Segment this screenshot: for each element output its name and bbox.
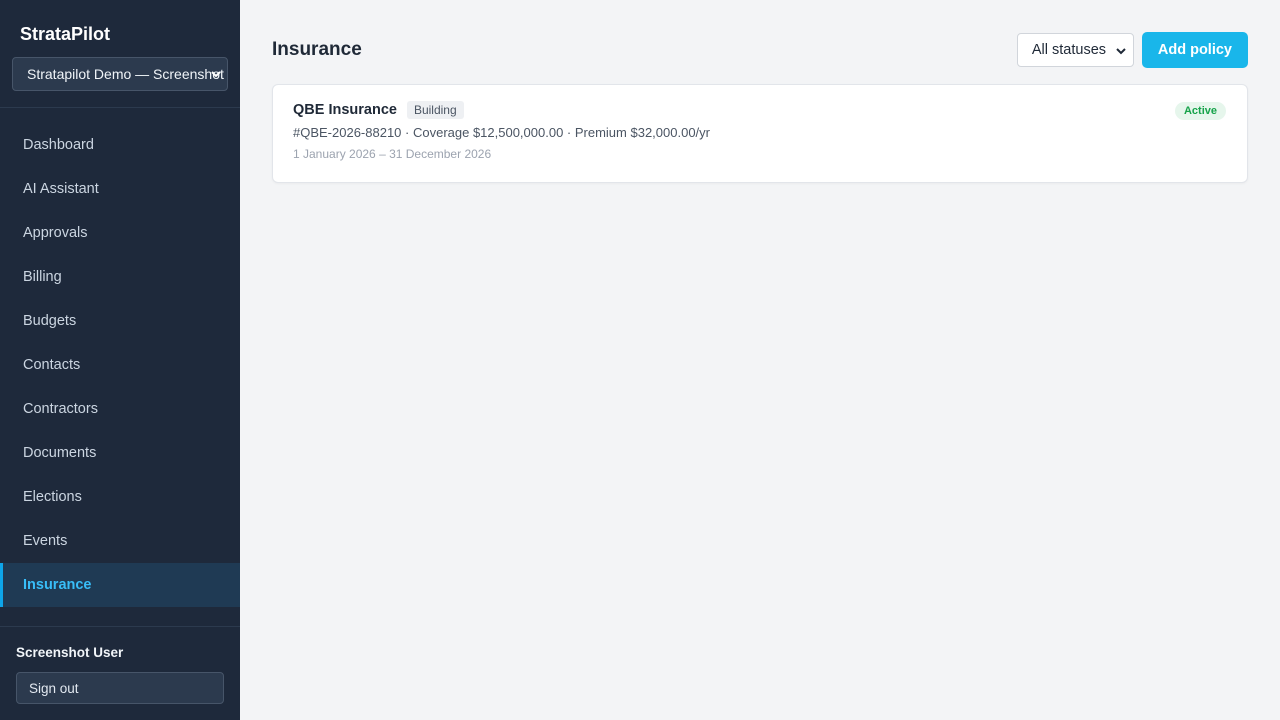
policy-title-row: QBE Insurance Building (293, 101, 1227, 119)
status-filter-select[interactable]: All statuses (1016, 33, 1134, 67)
policy-type-tag: Building (406, 101, 464, 119)
status-badge: Active (1174, 102, 1226, 120)
sidebar-item-contacts[interactable]: Contacts (0, 343, 240, 387)
sidebar-item-label: Budgets (23, 313, 77, 329)
scheme-selector[interactable]: Stratapilot Demo — Screenshot (12, 57, 228, 91)
header-actions: All statuses Add policy (1016, 32, 1248, 68)
policy-details: #QBE-2026-88210 · Coverage $12,500,000.0… (293, 125, 710, 140)
page-header: Insurance All statuses Add policy (272, 32, 1248, 68)
sign-out-button[interactable]: Sign out (16, 672, 224, 704)
sidebar-item-events[interactable]: Events (0, 519, 240, 563)
sidebar-item-label: Billing (23, 269, 62, 285)
main-content: Insurance All statuses Add policy QBE In… (240, 0, 1280, 720)
sidebar-item-label: AI Assistant (23, 181, 99, 197)
user-name: Screenshot User (16, 645, 124, 660)
chevron-down-icon (1116, 48, 1126, 55)
sidebar-item-insurance[interactable]: Insurance (0, 563, 240, 607)
chevron-down-icon (211, 71, 221, 78)
policy-dates: 1 January 2026 – 31 December 2026 (293, 147, 492, 161)
sidebar-item-label: Contractors (23, 401, 98, 417)
sidebar-item-label: Events (23, 533, 68, 549)
sidebar-nav: Dashboard AI Assistant Approvals Billing… (0, 108, 240, 626)
sidebar-item-label: Contacts (23, 357, 81, 373)
sidebar-item-label: Approvals (23, 225, 88, 241)
sidebar: StrataPilot Stratapilot Demo — Screensho… (0, 0, 240, 720)
sidebar-item-contractors[interactable]: Contractors (0, 387, 240, 431)
policy-card[interactable]: QBE Insurance Building Active #QBE-2026-… (272, 84, 1248, 183)
sidebar-item-label: Insurance (23, 577, 92, 593)
sidebar-item-budgets[interactable]: Budgets (0, 299, 240, 343)
sidebar-item-label: Documents (23, 445, 97, 461)
scheme-selector-value[interactable]: Stratapilot Demo — Screenshot (12, 57, 228, 91)
policy-insurer: QBE Insurance (293, 102, 397, 118)
sidebar-item-elections[interactable]: Elections (0, 475, 240, 519)
sidebar-item-label: Dashboard (23, 137, 94, 153)
app-brand: StrataPilot (20, 24, 111, 44)
sidebar-item-ai-assistant[interactable]: AI Assistant (0, 167, 240, 211)
sidebar-item-documents[interactable]: Documents (0, 431, 240, 475)
page-title: Insurance (272, 39, 362, 60)
sidebar-item-dashboard[interactable]: Dashboard (0, 123, 240, 167)
sidebar-footer: Screenshot User Sign out (0, 626, 240, 720)
sidebar-header: StrataPilot Stratapilot Demo — Screensho… (0, 0, 240, 108)
sidebar-item-label: Elections (23, 489, 82, 505)
status-filter-value: All statuses (1031, 42, 1107, 58)
add-policy-button[interactable]: Add policy (1141, 32, 1248, 68)
sidebar-item-approvals[interactable]: Approvals (0, 211, 240, 255)
sidebar-item-billing[interactable]: Billing (0, 255, 240, 299)
